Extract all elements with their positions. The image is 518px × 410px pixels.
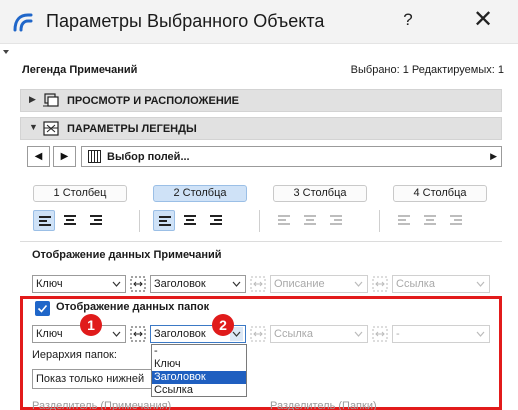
- chevron-down-icon: [476, 331, 485, 337]
- more-arrow-icon: ▶: [490, 151, 497, 161]
- option-link[interactable]: Ссылка: [152, 384, 246, 397]
- separator-notes-label: Разделитель (Примечания): [32, 400, 172, 410]
- align-left-icon: [273, 210, 295, 231]
- align-left-icon[interactable]: [153, 210, 175, 231]
- field-navigation: ◀ ▶ Выбор полей... ▶: [20, 146, 502, 168]
- chevron-down-icon: [112, 331, 121, 337]
- chevron-down-icon: [112, 281, 121, 287]
- folder-empty-dropdown: -: [392, 325, 490, 343]
- chevron-down-icon: [232, 281, 241, 287]
- folder-link-dropdown: Ссылка: [270, 325, 368, 343]
- checkmark-icon: [37, 304, 48, 313]
- align-right-icon[interactable]: [85, 210, 107, 231]
- chevron-down-icon: [476, 281, 485, 287]
- separator-link-icon: [250, 276, 266, 292]
- note-description-dropdown: Описание: [270, 275, 368, 293]
- columns-icon: [88, 150, 101, 163]
- close-button[interactable]: ✕: [468, 7, 498, 33]
- align-center-icon: [419, 210, 441, 231]
- section-view-placement[interactable]: ▶ ПРОСМОТР И РАСПОЛОЖЕНИЕ: [20, 89, 502, 112]
- divider: [139, 210, 140, 232]
- heading-options-list: - Ключ Заголовок Ссылка: [151, 344, 247, 397]
- collapse-arrow-icon: ▼: [29, 122, 38, 132]
- divider: [259, 210, 260, 232]
- object-name: Легенда Примечаний: [22, 64, 138, 76]
- align-center-icon[interactable]: [59, 210, 81, 231]
- selection-info: Выбрано: 1 Редактируемых: 1: [350, 64, 504, 76]
- note-link-dropdown: Ссылка: [392, 275, 490, 293]
- field-select-label: Выбор полей...: [107, 151, 190, 163]
- align-left-icon[interactable]: [33, 210, 55, 231]
- folder-data-checkbox-label: Отображение данных папок: [56, 301, 210, 313]
- divider: [20, 241, 502, 242]
- prev-button[interactable]: ◀: [27, 146, 50, 167]
- section-legend-params[interactable]: ▼ ПАРАМЕТРЫ ЛЕГЕНДЫ: [20, 117, 502, 140]
- note-data-title: Отображение данных Примечаний: [32, 249, 222, 261]
- hierarchy-dropdown[interactable]: Показ только нижней: [32, 369, 156, 389]
- chevron-down-icon: [354, 281, 363, 287]
- note-key-dropdown[interactable]: Ключ: [32, 275, 126, 293]
- folder-data-checkbox[interactable]: [35, 301, 50, 316]
- callout-badge-2: 2: [212, 314, 234, 336]
- columns-4-button[interactable]: 4 Столбца: [393, 185, 487, 202]
- folder-key-dropdown[interactable]: Ключ: [32, 325, 126, 343]
- align-right-icon: [325, 210, 347, 231]
- align-left-icon: [393, 210, 415, 231]
- title-bar: Параметры Выбранного Объекта ? ✕: [0, 0, 518, 44]
- hierarchy-label: Иерархия папок:: [32, 349, 117, 361]
- divider: [379, 210, 380, 232]
- window-title: Параметры Выбранного Объекта: [46, 11, 325, 31]
- separator-link-icon: [372, 276, 388, 292]
- separator-link-icon: [372, 326, 388, 342]
- section-label: ПРОСМОТР И РАСПОЛОЖЕНИЕ: [67, 95, 240, 107]
- columns-1-button[interactable]: 1 Столбец: [33, 185, 127, 202]
- archicad-app-icon: [13, 13, 33, 32]
- chevron-down-icon: [354, 331, 363, 337]
- option-heading[interactable]: Заголовок: [152, 371, 246, 384]
- separator-link-icon[interactable]: [130, 326, 146, 342]
- columns-3-button[interactable]: 3 Столбца: [273, 185, 367, 202]
- field-select-button[interactable]: Выбор полей... ▶: [81, 146, 502, 167]
- callout-badge-1: 1: [80, 314, 102, 336]
- next-button[interactable]: ▶: [53, 146, 76, 167]
- align-center-icon[interactable]: [179, 210, 201, 231]
- align-center-icon: [299, 210, 321, 231]
- separator-link-icon[interactable]: [130, 276, 146, 292]
- view-placement-icon: [43, 93, 59, 107]
- option-empty[interactable]: -: [152, 345, 246, 358]
- panel-grip-icon[interactable]: [3, 50, 9, 54]
- note-heading-dropdown[interactable]: Заголовок: [150, 275, 246, 293]
- separator-link-icon: [250, 326, 266, 342]
- expand-arrow-icon: ▶: [29, 94, 36, 104]
- align-right-icon: [445, 210, 467, 231]
- legend-params-icon: [43, 121, 59, 136]
- separator-folders-label: Разделитель (Папки): [270, 400, 377, 410]
- align-right-icon[interactable]: [205, 210, 227, 231]
- section-label: ПАРАМЕТРЫ ЛЕГЕНДЫ: [67, 123, 197, 135]
- help-button[interactable]: ?: [398, 10, 418, 30]
- columns-2-button[interactable]: 2 Столбца: [153, 185, 247, 202]
- option-key[interactable]: Ключ: [152, 358, 246, 371]
